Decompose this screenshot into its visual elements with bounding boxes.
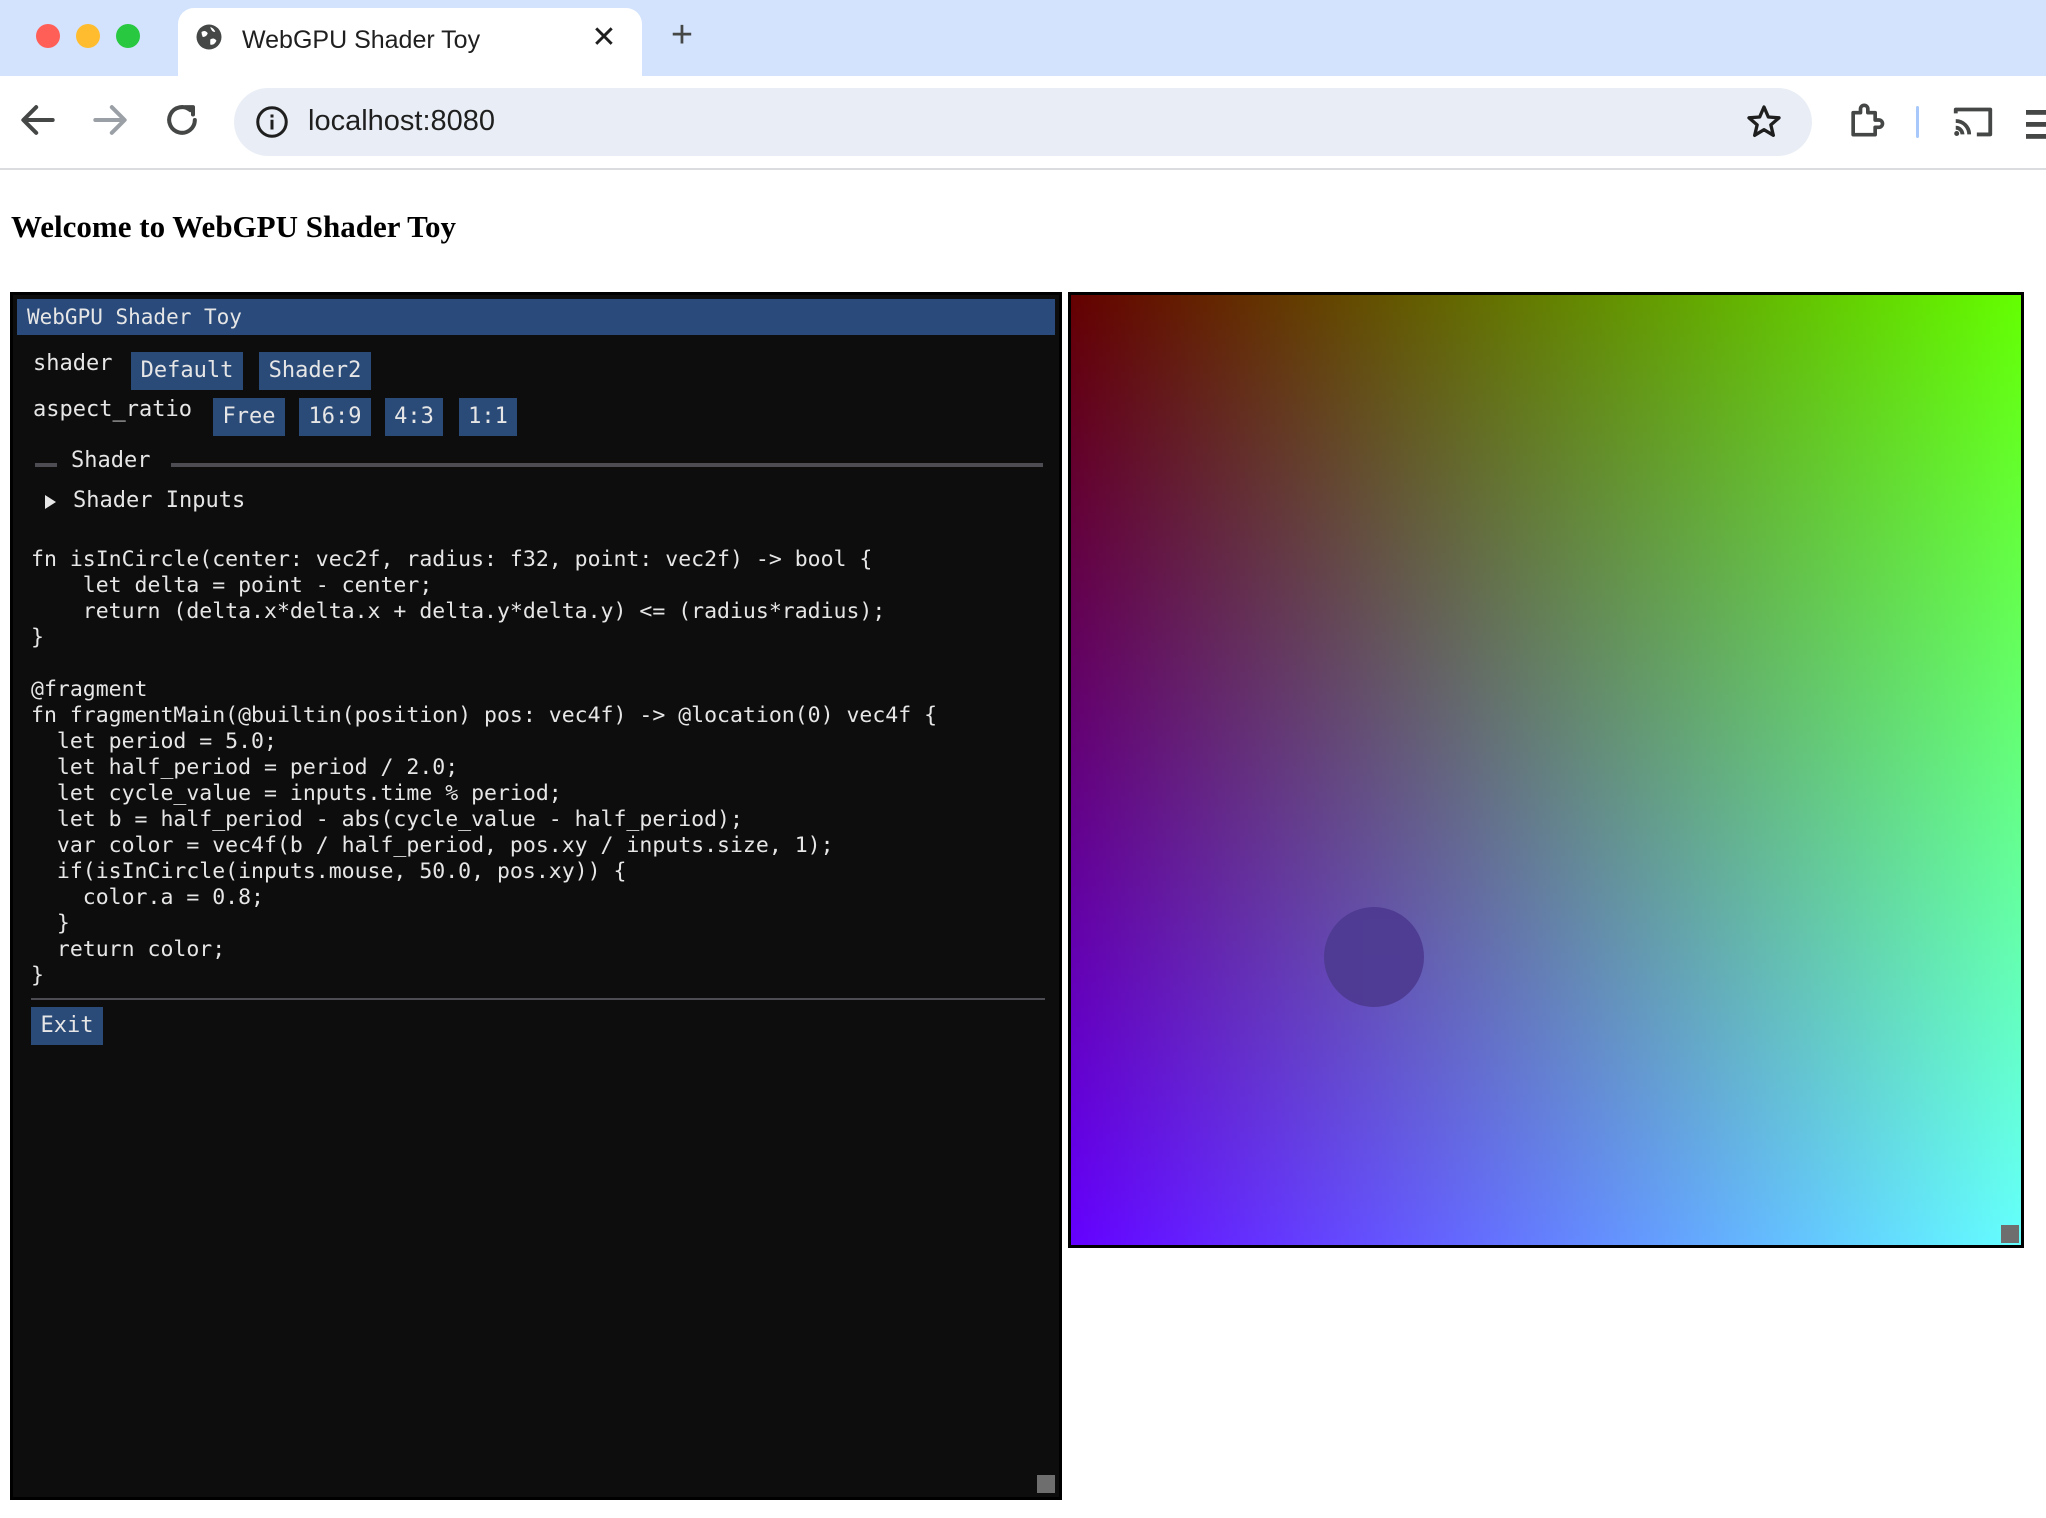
gui-title-bar[interactable]: WebGPU Shader Toy	[17, 299, 1055, 335]
canvas-green-gradient	[1071, 295, 2021, 1245]
shader-gui-panel: WebGPU Shader Toy shader Default Shader2…	[10, 292, 1062, 1500]
toolbar-divider	[1916, 106, 1919, 138]
page-heading: Welcome to WebGPU Shader Toy	[11, 209, 456, 244]
tab-strip: WebGPU Shader Toy ✕ +	[0, 0, 2046, 76]
reload-icon[interactable]	[160, 98, 204, 142]
shader-default-button[interactable]: Default	[131, 352, 243, 390]
info-icon[interactable]	[254, 104, 290, 140]
aspect-16-9-button[interactable]: 16:9	[299, 398, 371, 436]
aspect-1-1-button[interactable]: 1:1	[459, 398, 517, 436]
browser-toolbar: localhost:8080	[0, 76, 2046, 170]
code-separator	[31, 998, 1045, 1000]
plus-icon[interactable]: +	[664, 16, 700, 54]
exit-button[interactable]: Exit	[31, 1007, 103, 1045]
shader-canvas[interactable]	[1068, 292, 2024, 1248]
browser-tab[interactable]: WebGPU Shader Toy ✕	[178, 8, 642, 76]
zoom-window-button[interactable]	[116, 24, 140, 48]
shader-label: shader	[33, 351, 113, 376]
globe-icon	[196, 24, 222, 50]
forward-arrow-icon[interactable]	[88, 98, 132, 142]
cast-icon[interactable]	[1950, 98, 1996, 144]
shader-shader2-button[interactable]: Shader2	[259, 352, 371, 390]
address-bar[interactable]: localhost:8080	[234, 88, 1812, 156]
tab-title: WebGPU Shader Toy	[242, 26, 481, 54]
shader-inputs-tree-node[interactable]: Shader Inputs	[73, 488, 245, 513]
url-text[interactable]: localhost:8080	[308, 105, 495, 138]
separator-line-left	[35, 463, 57, 467]
canvas-resize-grip[interactable]	[2001, 1225, 2019, 1243]
shader-output[interactable]	[1071, 295, 2021, 1245]
close-icon[interactable]: ✕	[588, 22, 620, 54]
panel-resize-grip[interactable]	[1037, 1475, 1055, 1493]
aspect-ratio-label: aspect_ratio	[33, 397, 192, 422]
star-icon[interactable]	[1744, 102, 1784, 142]
menu-icon[interactable]	[2026, 104, 2046, 144]
minimize-window-button[interactable]	[76, 24, 100, 48]
tree-arrow-icon[interactable]	[45, 495, 56, 509]
back-arrow-icon[interactable]	[16, 98, 60, 142]
close-window-button[interactable]	[36, 24, 60, 48]
separator-label: Shader	[71, 448, 151, 473]
separator-line-right	[171, 463, 1043, 467]
extensions-icon[interactable]	[1844, 98, 1888, 142]
aspect-4-3-button[interactable]: 4:3	[385, 398, 443, 436]
mouse-circle	[1324, 907, 1424, 1007]
shader-code-editor[interactable]: fn isInCircle(center: vec2f, radius: f32…	[31, 547, 937, 989]
aspect-free-button[interactable]: Free	[213, 398, 285, 436]
